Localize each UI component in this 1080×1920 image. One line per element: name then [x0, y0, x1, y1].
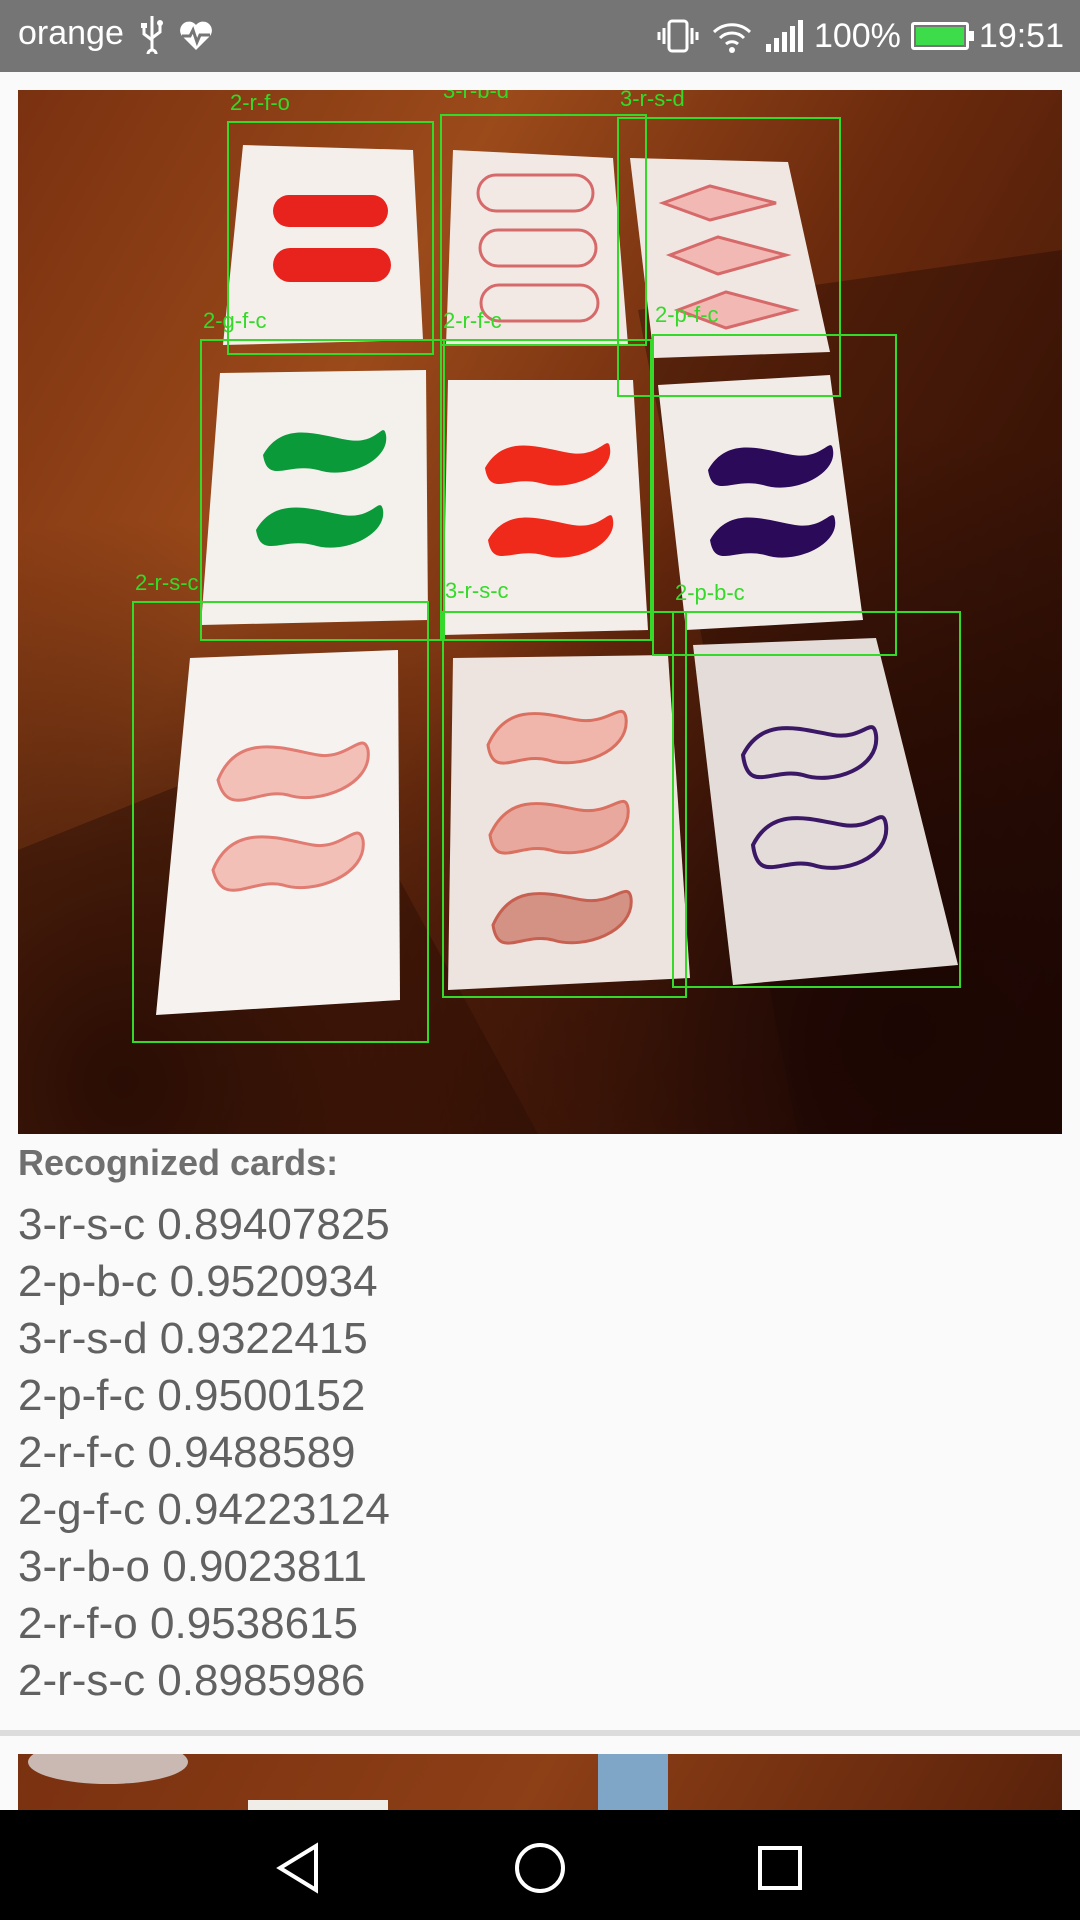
list-item: 2-r-f-o 0.9538615 [18, 1599, 358, 1648]
list-item: 3-r-s-c 0.89407825 [18, 1200, 390, 1249]
detection-photo: 2-r-f-o 3-r-b-d 3-r-s-d 2-g-f-c 2-r-f-c … [18, 90, 1062, 1134]
usb-icon [141, 16, 163, 54]
signal-icon [765, 20, 803, 52]
list-item: 2-p-b-c 0.9520934 [18, 1257, 378, 1306]
detection-label: 2-r-f-c [443, 308, 502, 333]
back-triangle-icon[interactable] [270, 1838, 330, 1898]
clock: 19:51 [978, 16, 1064, 55]
detection-label: 3-r-s-c [445, 578, 509, 603]
next-photo-scene [28, 1754, 668, 1810]
recognized-cards-heading: Recognized cards: [18, 1142, 339, 1183]
recents-square-icon[interactable] [750, 1838, 810, 1898]
battery-icon [910, 22, 974, 50]
status-bar: orange 100% 19:51 [0, 0, 1080, 72]
detection-label: 2-r-f-o [230, 90, 290, 115]
divider [0, 1730, 1080, 1736]
photo-scene: 2-r-f-o 3-r-b-d 3-r-s-d 2-g-f-c 2-r-f-c … [18, 90, 1062, 1134]
battery-percent: 100% [813, 16, 901, 55]
detection-label: 2-p-f-c [655, 302, 719, 327]
list-item: 2-r-s-c 0.8985986 [18, 1656, 366, 1705]
list-item: 2-g-f-c 0.94223124 [18, 1485, 390, 1534]
detection-label: 3-r-s-d [620, 90, 685, 111]
card-3 [630, 158, 830, 358]
card-7 [156, 650, 400, 1015]
navigation-bar [0, 1810, 1080, 1920]
home-circle-icon[interactable] [510, 1838, 570, 1898]
carrier-name: orange [18, 14, 124, 52]
list-item: 2-r-f-c 0.9488589 [18, 1428, 356, 1477]
vibrate-icon [657, 19, 699, 53]
list-item: 3-r-b-o 0.9023811 [18, 1542, 367, 1591]
recognized-cards-list: 3-r-s-c 0.89407825 2-p-b-c 0.9520934 3-r… [18, 1196, 390, 1709]
list-item: 2-p-f-c 0.9500152 [18, 1371, 366, 1420]
card-8 [448, 655, 690, 990]
card-4 [201, 370, 428, 625]
detection-label: 3-r-b-d [443, 90, 509, 103]
list-item: 3-r-s-d 0.9322415 [18, 1314, 368, 1363]
detection-label: 2-p-b-c [675, 580, 745, 605]
heart-pulse-icon [180, 21, 212, 50]
wifi-icon [712, 23, 751, 53]
next-detection-photo [18, 1754, 1062, 1810]
detection-label: 2-r-s-c [135, 570, 199, 595]
detection-label: 2-g-f-c [203, 308, 267, 333]
